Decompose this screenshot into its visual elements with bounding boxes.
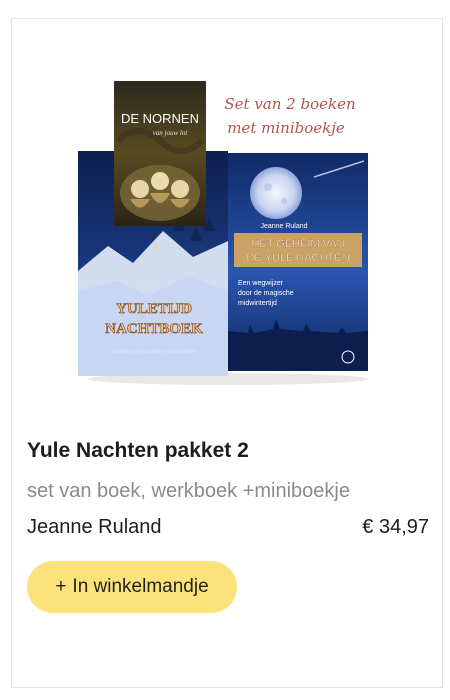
book-nornen-subtitle: van jouw lot <box>153 129 189 137</box>
book-geheim-title-2: DE YULE NACHTEN <box>246 252 349 264</box>
add-to-cart-button[interactable]: + In winkelmandje <box>27 561 237 613</box>
book-yuletijd-subtitle: een boek om je nachten te beschrijven <box>111 349 197 355</box>
book-yuletijd-title-2: NACHTBOEK <box>105 321 203 337</box>
book-geheim-sub-3: midwintertijd <box>238 300 277 307</box>
plus-icon: + <box>55 576 67 597</box>
book-geheim-author: Jeanne Ruland <box>260 223 307 230</box>
banner-line-2: met miniboekje <box>227 119 345 137</box>
book-geheim-sub-2: door de magische <box>238 290 294 297</box>
book-nornen-title: DE NORNEN <box>121 111 199 126</box>
book-geheim-sub-1: Een wegwijzer <box>238 280 284 287</box>
banner-line-1: Set van 2 boeken <box>224 95 355 113</box>
product-title[interactable]: Yule Nachten pakket 2 <box>27 439 249 463</box>
product-card[interactable]: YULETIJD NACHTBOEK een boek om je nachte… <box>11 18 443 688</box>
book-yuletijd-title-1: YULETIJD <box>116 301 192 317</box>
product-price: € 34,97 <box>362 516 429 538</box>
book-geheim-title-1: HET GEHEIM VAN <box>251 238 344 250</box>
add-to-cart-label: In winkelmandje <box>72 576 209 597</box>
product-subtitle: set van boek, werkboek +miniboekje <box>27 480 350 502</box>
product-author: Jeanne Ruland <box>27 516 162 538</box>
moon-icon <box>250 167 302 219</box>
book-nornen: DE NORNEN van jouw lot <box>114 81 206 226</box>
set-banner: Set van 2 boeken met miniboekje <box>224 95 355 137</box>
book-geheim: Jeanne Ruland HET GEHEIM VAN DE YULE NAC… <box>228 153 368 371</box>
product-image[interactable]: YULETIJD NACHTBOEK een boek om je nachte… <box>78 81 378 393</box>
